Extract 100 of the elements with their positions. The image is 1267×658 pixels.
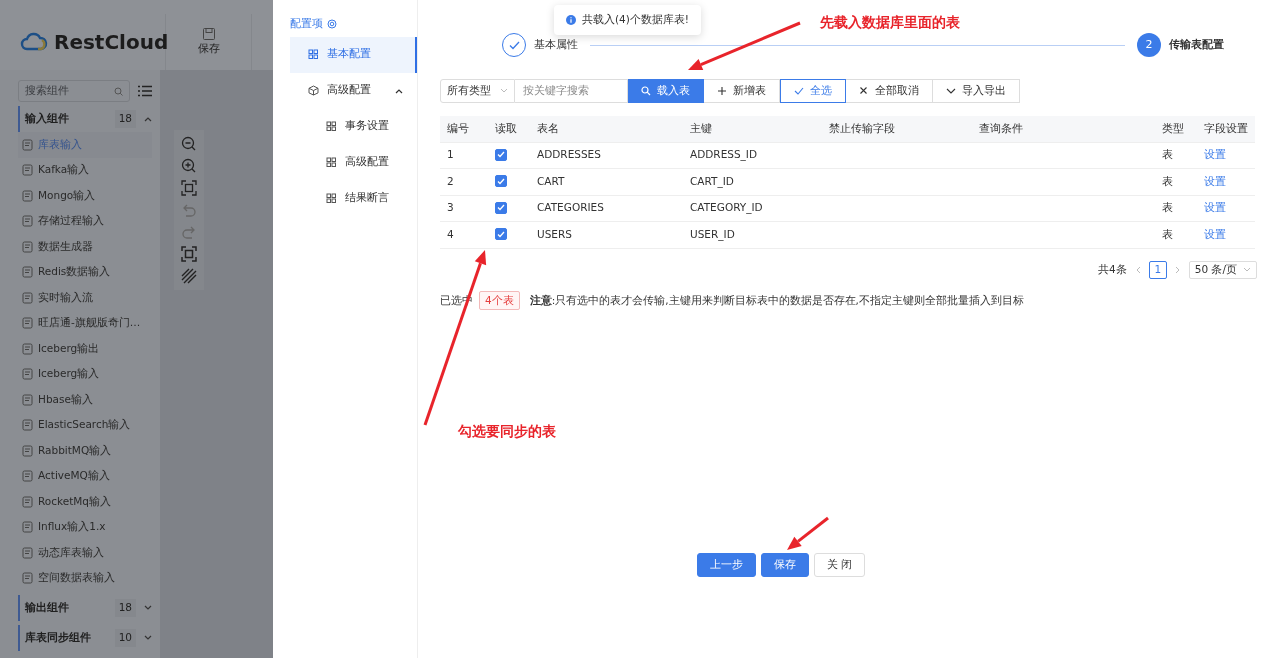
group-header[interactable]: 库表同步组件 10: [18, 625, 152, 651]
document-icon: [22, 291, 33, 304]
component-item[interactable]: 数据生成器: [18, 234, 152, 260]
step-label: 传输表配置: [1169, 36, 1224, 53]
document-icon: [22, 342, 33, 355]
nav-item[interactable]: 事务设置: [290, 108, 417, 145]
document-icon: [22, 368, 33, 381]
table-cell: 表: [1155, 195, 1197, 222]
component-item[interactable]: Iceberg输出: [18, 336, 152, 362]
component-item[interactable]: ElasticSearch输入: [18, 412, 152, 438]
chevron-down-icon: [144, 605, 152, 611]
table-cell: 4: [440, 221, 488, 248]
table-cell: CART_ID: [683, 168, 822, 195]
step-number: 2: [1137, 33, 1161, 57]
document-icon: [22, 546, 33, 559]
step-label: 基本属性: [534, 36, 578, 53]
close-icon: [859, 86, 869, 96]
document-icon: [22, 444, 33, 457]
footer-button[interactable]: 关 闭: [813, 553, 866, 577]
table-cell: 表: [1155, 221, 1197, 248]
component-item[interactable]: Mongo输入: [18, 183, 152, 209]
annotation-text: 勾选要同步的表: [458, 422, 556, 441]
checkbox[interactable]: [495, 148, 507, 161]
footer-button[interactable]: 上一步: [696, 553, 756, 577]
hatch-icon[interactable]: [181, 268, 197, 284]
column-header: 类型: [1155, 116, 1197, 142]
zoom-out-icon[interactable]: [181, 136, 197, 152]
document-icon: [22, 572, 33, 585]
column-header: 查询条件: [972, 116, 1155, 142]
toolbar-button[interactable]: 新增表: [704, 79, 780, 103]
count-badge: 18: [114, 110, 136, 128]
component-item[interactable]: Redis数据输入: [18, 259, 152, 285]
checkbox[interactable]: [495, 228, 507, 241]
toolbar-button[interactable]: 全选: [780, 79, 846, 103]
toolbar-button[interactable]: 载入表: [628, 79, 704, 103]
toolbar-button[interactable]: 全部取消: [846, 79, 933, 103]
panel-title: 配置项: [290, 16, 323, 32]
list-icon[interactable]: [138, 85, 152, 97]
component-item[interactable]: 存储过程输入: [18, 208, 152, 234]
fit-icon[interactable]: [181, 180, 197, 196]
type-dropdown[interactable]: 所有类型: [440, 79, 515, 103]
document-icon: [22, 495, 33, 508]
component-item[interactable]: ActiveMQ输入: [18, 463, 152, 489]
settings-link[interactable]: 设置: [1204, 174, 1226, 187]
annotation-text: 先载入数据库里面的表: [820, 13, 960, 32]
component-item[interactable]: 旺店通-旗舰版奇门…: [18, 310, 152, 336]
column-header: 禁止传输字段: [822, 116, 972, 142]
count-badge: 18: [114, 599, 136, 617]
document-icon: [22, 240, 33, 253]
checkbox[interactable]: [495, 175, 507, 188]
component-item[interactable]: 实时输入流: [18, 285, 152, 311]
table-cell: 2: [440, 168, 488, 195]
target-icon: [327, 19, 337, 30]
zoom-in-icon[interactable]: [181, 158, 197, 174]
footer-button[interactable]: 保存: [760, 553, 809, 577]
nav-item[interactable]: 高级配置: [290, 144, 417, 181]
table-cell: CATEGORIES: [530, 195, 683, 222]
page-button[interactable]: 1: [1148, 260, 1167, 279]
component-item[interactable]: RocketMq输入: [18, 489, 152, 515]
document-icon: [22, 393, 33, 406]
nav-item[interactable]: 高级配置: [290, 72, 417, 109]
nav-item[interactable]: 结果断言: [290, 180, 417, 217]
search-icon: [114, 86, 123, 96]
component-item[interactable]: Iceberg输入: [18, 361, 152, 387]
document-icon: [22, 317, 33, 330]
arrow: [787, 516, 829, 550]
component-item[interactable]: RabbitMQ输入: [18, 438, 152, 464]
group-header[interactable]: 输出组件 18: [18, 595, 152, 621]
logo-text: RestCloud: [54, 29, 169, 56]
fullscreen-icon[interactable]: [181, 246, 197, 262]
component-item[interactable]: Kafka输入: [18, 157, 152, 183]
info-icon: [566, 14, 576, 25]
table-cell: CATEGORY_ID: [683, 195, 822, 222]
check-icon: [794, 86, 804, 96]
nav-item[interactable]: 基本配置: [290, 36, 417, 73]
settings-link[interactable]: 设置: [1204, 148, 1226, 161]
column-header: 字段设置: [1197, 116, 1255, 142]
component-item[interactable]: Hbase输入: [18, 387, 152, 413]
table-cell: CART: [530, 168, 683, 195]
keyword-field[interactable]: 按关键字搜索: [515, 79, 628, 103]
search-field[interactable]: 搜索组件: [18, 80, 130, 102]
chevron-up-icon: [144, 116, 152, 122]
settings-link[interactable]: 设置: [1204, 201, 1226, 214]
chevron-down-icon: [1243, 266, 1251, 273]
grid-icon: [326, 157, 337, 168]
toolbar-button[interactable]: 导入导出: [933, 79, 1020, 103]
component-item[interactable]: Influx输入1.x: [18, 514, 152, 540]
column-header: 主键: [683, 116, 822, 142]
table-cell: ADDRESS_ID: [683, 142, 822, 169]
count-badge: 10: [114, 629, 136, 647]
document-icon: [22, 164, 33, 177]
note-text: 注意:只有选中的表才会传输,主键用来判断目标表中的数据是否存在,不指定主键则全部批量插入到目标: [529, 292, 1024, 308]
component-item[interactable]: 空间数据表输入: [18, 565, 152, 591]
component-item[interactable]: 动态库表输入: [18, 540, 152, 566]
settings-link[interactable]: 设置: [1204, 227, 1226, 240]
column-header: 表名: [530, 116, 683, 142]
checkbox[interactable]: [495, 201, 507, 214]
save-button[interactable]: 保存: [166, 14, 252, 70]
page-size-dropdown[interactable]: 50 条/页: [1188, 260, 1257, 279]
document-icon: [22, 189, 33, 202]
